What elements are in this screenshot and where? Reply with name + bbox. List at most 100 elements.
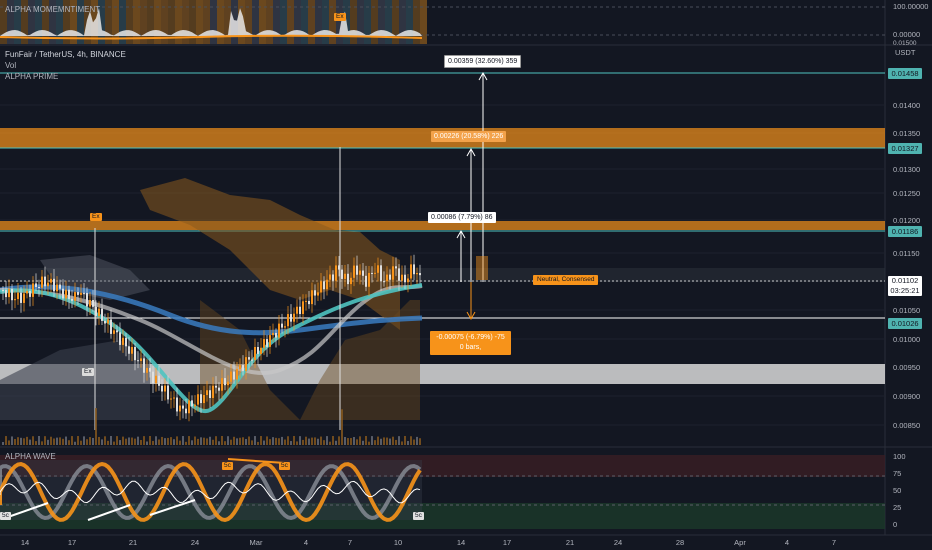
candle-body: [290, 314, 292, 322]
candle-body: [266, 339, 268, 347]
candle-body: [158, 375, 160, 386]
wave-marker-top-2[interactable]: 5c: [279, 462, 290, 470]
price-tag-current[interactable]: 0.01102 03:25:21: [888, 276, 922, 296]
price-tag-top-level[interactable]: 0.01458: [888, 68, 922, 79]
candle-body: [272, 332, 274, 336]
candle-body: [62, 288, 64, 299]
volume-bar: [158, 439, 160, 445]
volume-bar: [86, 439, 88, 445]
candle-body: [209, 390, 211, 398]
candle-body: [308, 300, 310, 305]
ex-marker-momentum[interactable]: Ex: [334, 13, 346, 21]
volume-bar: [176, 436, 178, 445]
candle-body: [2, 290, 4, 291]
volume-bar: [143, 436, 145, 445]
volume-bar: [17, 437, 19, 445]
volume-bar: [65, 436, 67, 445]
volume-bar: [38, 436, 40, 445]
candle-body: [68, 289, 70, 299]
candle-body: [248, 357, 250, 360]
volume-bar: [140, 440, 142, 445]
volume-bar: [89, 437, 91, 445]
time-axis-label: 14: [20, 538, 30, 547]
volume-bar: [191, 440, 193, 445]
price-axis-label: 0.01300: [893, 165, 921, 174]
candle-body: [263, 339, 265, 348]
candle-body: [281, 323, 283, 328]
volume-bar: [62, 438, 64, 445]
candle-body: [8, 288, 10, 298]
volume-bar: [251, 440, 253, 445]
volume-bar: [305, 436, 307, 445]
candle-body: [122, 337, 124, 345]
time-axis-label: 24: [613, 538, 623, 547]
candle-body: [278, 323, 280, 338]
alpha-prime-legend[interactable]: ALPHA PRIME: [5, 71, 58, 82]
wave-axis-label: 100: [893, 452, 906, 461]
volume-bar: [260, 436, 262, 445]
volume-bar: [341, 409, 343, 445]
time-axis-label: 24: [190, 538, 200, 547]
price-tag-mid-level[interactable]: 0.01186: [888, 226, 922, 237]
alpha-wave-legend[interactable]: ALPHA WAVE: [5, 451, 56, 462]
candle-body: [14, 299, 16, 301]
candle-body: [299, 306, 301, 314]
candle-body: [389, 274, 391, 280]
price-axis-label: 0.01400: [893, 101, 921, 110]
ex-marker-bottom[interactable]: Ex: [82, 368, 94, 376]
candle-body: [161, 385, 163, 392]
wave-marker-left[interactable]: 5c: [0, 512, 11, 520]
price-axis-label: 0.01350: [893, 129, 921, 138]
candle-body: [110, 319, 112, 334]
volume-bar: [380, 438, 382, 445]
candle-body: [200, 394, 202, 404]
volume-bar: [53, 438, 55, 445]
ichimoku-cloud: [140, 178, 400, 330]
candle-body: [404, 274, 406, 283]
candle-body: [194, 404, 196, 407]
candle-body: [230, 371, 232, 382]
signal-label[interactable]: Neutral, Consensed: [533, 275, 599, 285]
candle-body: [407, 278, 409, 283]
candle-body: [221, 378, 223, 391]
ex-marker-top[interactable]: Ex: [90, 213, 102, 221]
volume-bar: [104, 436, 106, 445]
candle-body: [257, 347, 259, 354]
candle-body: [32, 283, 34, 297]
volume-bar: [200, 437, 202, 445]
volume-legend[interactable]: Vol: [5, 60, 16, 71]
candle-body: [293, 313, 295, 322]
volume-bar: [356, 439, 358, 445]
candle-body: [56, 284, 58, 292]
measure-label-2[interactable]: 0.00226 (20.58%) 226: [431, 131, 507, 142]
candle-body: [332, 274, 334, 281]
volume-bar: [122, 436, 124, 445]
candle-body: [191, 400, 193, 407]
volume-bar: [275, 437, 277, 445]
wave-marker-right[interactable]: 5c: [413, 512, 424, 520]
price-tag-lower-level[interactable]: 0.01026: [888, 318, 922, 329]
price-tag-upper-level[interactable]: 0.01327: [888, 143, 922, 154]
volume-bar: [56, 437, 58, 445]
symbol-title[interactable]: FunFair / TetherUS, 4h, BINANCE: [5, 49, 126, 60]
chart-canvas[interactable]: [0, 0, 932, 550]
candle-body: [356, 265, 358, 275]
candle-body: [317, 292, 319, 296]
candle-body: [119, 332, 121, 345]
volume-bar: [137, 436, 139, 445]
measure-label-1[interactable]: 0.00359 (32.60%) 359: [444, 55, 522, 68]
measure-label-4[interactable]: -0.00075 (-6.79%) -75 0 bars,: [430, 331, 511, 355]
candle-body: [386, 274, 388, 282]
price-axis-label: 0.01200: [893, 216, 921, 225]
candle-body: [329, 274, 331, 280]
candle-body: [242, 365, 244, 371]
wave-marker-top-1[interactable]: 5c: [222, 462, 233, 470]
candle-body: [179, 405, 181, 412]
volume-bar: [386, 437, 388, 445]
candle-body: [416, 273, 418, 275]
volume-bar: [365, 436, 367, 445]
candle-body: [347, 273, 349, 285]
volume-bar: [266, 436, 268, 445]
candle-body: [320, 281, 322, 293]
measure-label-3[interactable]: 0.00086 (7.79%) 86: [428, 212, 496, 223]
